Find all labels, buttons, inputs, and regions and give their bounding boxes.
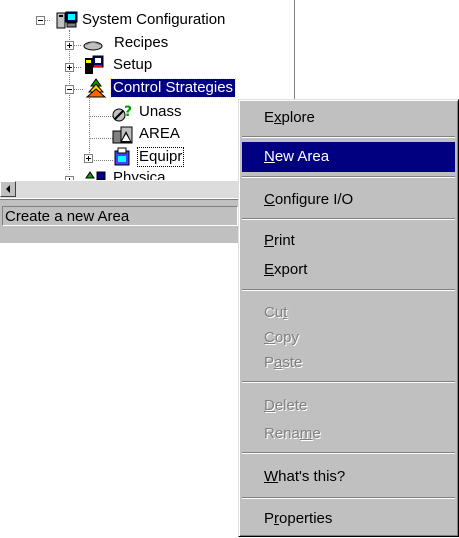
menu-item-mnemonic: E bbox=[264, 261, 275, 278]
menu-item-properties[interactable]: Properties bbox=[242, 504, 455, 534]
menu-item-export[interactable]: Export bbox=[242, 255, 455, 285]
menu-item-label: rint bbox=[274, 232, 295, 249]
menu-item-label: Cu bbox=[264, 304, 284, 321]
tree-connector bbox=[89, 116, 113, 117]
menu-item-rename[interactable]: Rename bbox=[242, 419, 455, 449]
menu-item-print[interactable]: Print bbox=[242, 226, 455, 256]
menu-item-label: opy bbox=[274, 329, 300, 346]
tree-label: Equipr bbox=[137, 147, 185, 167]
collapse-icon[interactable] bbox=[36, 16, 45, 25]
tree-connector bbox=[89, 138, 113, 139]
tree-label: Physica bbox=[113, 169, 166, 180]
collapse-icon[interactable] bbox=[65, 85, 74, 94]
arrow-left-icon bbox=[6, 185, 10, 193]
expand-icon[interactable] bbox=[65, 41, 74, 50]
menu-item-label: xport bbox=[274, 261, 308, 278]
menu-item-label: hat's this? bbox=[278, 468, 346, 485]
status-text: Create a new Area bbox=[2, 206, 238, 226]
menu-separator bbox=[242, 289, 455, 291]
menu-item-label: P bbox=[264, 510, 275, 527]
menu-item-configure-io[interactable]: Configure I/O bbox=[242, 185, 455, 215]
menu-item-label: P bbox=[264, 354, 275, 371]
menu-item-label: ste bbox=[282, 354, 303, 371]
menu-item-label: Rena bbox=[264, 425, 300, 442]
unassigned-icon: ? bbox=[112, 104, 132, 122]
menu-item-label: onfigure I/O bbox=[274, 191, 354, 208]
menu-separator bbox=[242, 497, 455, 499]
menu-item-mnemonic: W bbox=[264, 468, 279, 485]
svg-text:?: ? bbox=[124, 104, 132, 120]
menu-item-mnemonic: C bbox=[264, 191, 275, 208]
menu-item-mnemonic: N bbox=[264, 148, 275, 165]
equipment-icon bbox=[114, 147, 130, 166]
menu-item-label: elete bbox=[274, 397, 308, 414]
scroll-left-button[interactable] bbox=[0, 181, 16, 197]
physical-network-icon bbox=[85, 171, 106, 180]
tree-label: Setup bbox=[113, 56, 153, 73]
menu-item-paste[interactable]: Paste bbox=[242, 348, 455, 378]
tree-label: System Configuration bbox=[82, 11, 226, 28]
menu-item-label: ew Area bbox=[274, 148, 330, 165]
menu-item-delete[interactable]: Delete bbox=[242, 391, 455, 421]
menu-separator bbox=[242, 381, 455, 383]
menu-item-explore[interactable]: Explore bbox=[242, 103, 455, 133]
menu-item-mnemonic: D bbox=[264, 397, 275, 414]
menu-item-label: e bbox=[312, 425, 321, 442]
tree-label: Recipes bbox=[114, 34, 169, 51]
menu-item-label: E bbox=[264, 109, 275, 126]
menu-item-label: operties bbox=[279, 510, 333, 527]
menu-item-label: plore bbox=[281, 109, 315, 126]
tree-label: Unass bbox=[139, 103, 182, 120]
menu-item-mnemonic: x bbox=[274, 109, 282, 126]
expand-icon[interactable] bbox=[65, 63, 74, 72]
menu-separator bbox=[242, 452, 455, 454]
area-icon bbox=[112, 126, 133, 144]
menu-item-mnemonic: m bbox=[299, 425, 313, 442]
menu-item-mnemonic: P bbox=[264, 232, 275, 249]
setup-icon bbox=[85, 55, 104, 74]
tree-label: AREA bbox=[139, 125, 180, 142]
tree-connector bbox=[69, 30, 70, 170]
menu-separator bbox=[242, 176, 455, 178]
context-menu: Explore New Area Configure I/O Print Exp… bbox=[238, 99, 459, 537]
control-strategies-icon bbox=[85, 78, 107, 98]
tree-label: Control Strategies bbox=[109, 78, 237, 98]
menu-separator bbox=[242, 136, 455, 138]
menu-item-mnemonic: t bbox=[283, 304, 288, 321]
menu-separator bbox=[242, 218, 455, 220]
expand-icon[interactable] bbox=[84, 154, 93, 163]
menu-item-new-area[interactable]: New Area bbox=[242, 142, 455, 172]
recipes-icon bbox=[83, 41, 103, 51]
menu-item-mnemonic: C bbox=[264, 329, 275, 346]
menu-item-whats-this[interactable]: What's this? bbox=[242, 462, 455, 492]
system-config-icon bbox=[56, 11, 78, 29]
